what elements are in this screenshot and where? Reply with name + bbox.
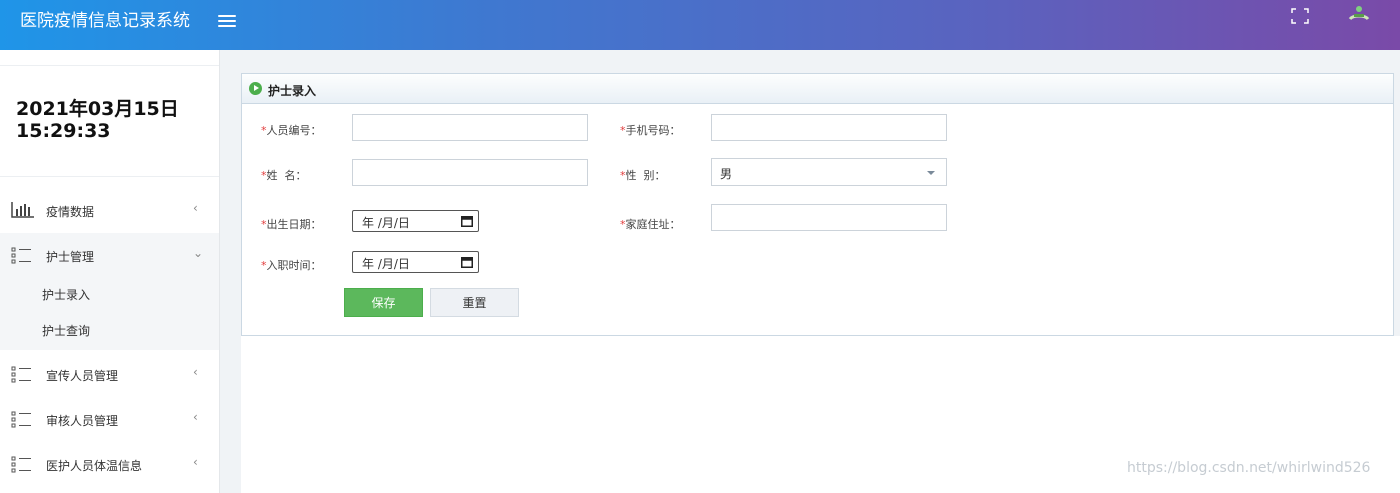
chevron-down-icon: ⌄: [193, 246, 204, 260]
phone-input[interactable]: [711, 114, 947, 141]
staff-id-label-text: 人员编号：: [266, 124, 322, 137]
address-label: *家庭住址：: [620, 216, 681, 232]
birth-date-value: 年 /月/日: [362, 216, 410, 230]
staff-id-label: *人员编号：: [261, 122, 322, 138]
gender-select[interactable]: 男: [711, 158, 947, 186]
birth-date-label: *出生日期：: [261, 216, 322, 232]
birth-date-input[interactable]: 年 /月/日: [352, 210, 479, 232]
sidebar-item-epidemic-data[interactable]: 疫情数据 ‹: [0, 188, 219, 233]
chevron-left-icon: ‹: [193, 201, 198, 215]
sidebar-item-publicity-management[interactable]: 宣传人员管理 ‹: [0, 352, 219, 397]
sidebar-item-temperature-info[interactable]: 医护人员体温信息 ‹: [0, 442, 219, 487]
fullscreen-icon[interactable]: [1291, 8, 1309, 24]
caret-down-icon: [927, 171, 935, 175]
top-header: 医院疫情信息记录系统: [0, 0, 1400, 50]
gender-label-text: 性 别：: [625, 169, 666, 182]
phone-label-text: 手机号码：: [625, 124, 681, 137]
gender-select-value: 男: [720, 167, 733, 181]
submenu-nurse: 护士录入 护士查询: [0, 278, 219, 350]
sidebar-item-reviewer-management[interactable]: 审核人员管理 ‹: [0, 397, 219, 442]
sidebar-item-label: 护士管理: [46, 250, 95, 264]
reset-button[interactable]: 重置: [430, 288, 519, 317]
sidebar-item-label: 宣传人员管理: [46, 369, 119, 383]
nurse-entry-panel: 护士录入 *人员编号： *手机号码： *姓 名： *性 别： 男 *出生日期： …: [241, 73, 1394, 336]
user-avatar-icon[interactable]: [1346, 3, 1372, 25]
sidebar-item-label: 医护人员体温信息: [46, 459, 143, 473]
clock-date: 2021年03月15日: [16, 98, 179, 120]
hire-date-input[interactable]: 年 /月/日: [352, 251, 479, 273]
address-input[interactable]: [711, 204, 947, 231]
clock-time: 15:29:33: [16, 120, 111, 142]
staff-id-input[interactable]: [352, 114, 588, 141]
list-icon: [11, 246, 33, 264]
app-title: 医院疫情信息记录系统: [20, 11, 190, 31]
name-label-text: 姓 名：: [266, 169, 307, 182]
chevron-left-icon: ‹: [193, 365, 198, 379]
phone-label: *手机号码：: [620, 122, 681, 138]
hire-date-label-text: 入职时间：: [266, 259, 322, 272]
calendar-icon[interactable]: [461, 215, 473, 227]
bar-chart-icon: [11, 201, 34, 219]
sidebar-subitem-nurse-query[interactable]: 护士查询: [0, 314, 219, 350]
calendar-icon[interactable]: [461, 256, 473, 268]
watermark-text: https://blog.csdn.net/whirlwind526: [1127, 460, 1371, 476]
save-button[interactable]: 保存: [344, 288, 423, 317]
sidebar-item-label: 疫情数据: [46, 205, 95, 219]
panel-title: 护士录入: [268, 84, 317, 98]
sidebar-subitem-nurse-entry[interactable]: 护士录入: [0, 278, 219, 314]
sidebar-menu: 疫情数据 ‹ 护士管理 ⌄ 护士录入 护士查询 宣传人员管理 ‹ 审核人员管理 …: [0, 188, 219, 487]
birth-date-label-text: 出生日期：: [266, 218, 322, 231]
name-input[interactable]: [352, 159, 588, 186]
play-circle-icon: [249, 82, 262, 95]
sidebar-item-label: 审核人员管理: [46, 414, 119, 428]
chevron-left-icon: ‹: [193, 410, 198, 424]
gender-label: *性 别：: [620, 167, 666, 183]
list-icon: [11, 455, 33, 473]
clock-display: 2021年03月15日 15:29:33: [0, 65, 219, 177]
chevron-left-icon: ‹: [193, 455, 198, 469]
address-label-text: 家庭住址：: [625, 218, 681, 231]
panel-header: 护士录入: [242, 74, 1393, 104]
hire-date-value: 年 /月/日: [362, 257, 410, 271]
sidebar-item-nurse-management[interactable]: 护士管理 ⌄: [0, 233, 219, 278]
hire-date-label: *入职时间：: [261, 257, 322, 273]
sidebar: 2021年03月15日 15:29:33 疫情数据 ‹ 护士管理 ⌄ 护士录入 …: [0, 50, 220, 493]
list-icon: [11, 410, 33, 428]
app-root: 医院疫情信息记录系统 2021年03月15日 15:29:33 疫情数据 ‹ 护…: [0, 0, 1400, 493]
name-label: *姓 名：: [261, 167, 307, 183]
hamburger-icon[interactable]: [218, 13, 238, 29]
list-icon: [11, 365, 33, 383]
